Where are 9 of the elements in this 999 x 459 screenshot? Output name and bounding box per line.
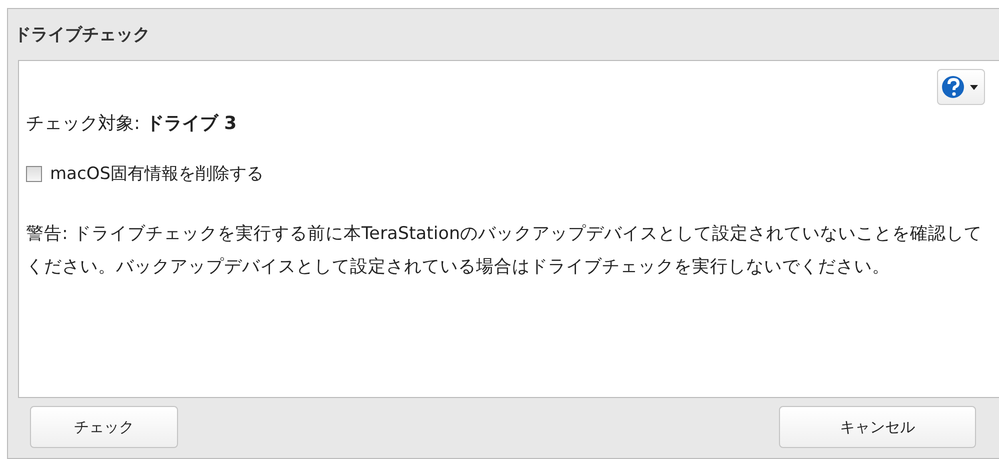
help-icon [941,75,981,99]
cancel-button[interactable]: キャンセル [779,406,976,448]
check-button[interactable]: チェック [30,406,178,448]
checkbox[interactable] [26,166,42,182]
checkbox-label: macOS固有情報を削除する [50,163,264,185]
help-button[interactable] [937,69,985,105]
target-drive-label: チェック対象: ドライブ 3 [26,112,238,135]
warning-text: 警告: ドライブチェックを実行する前に本TeraStationのバックアップデバイスとして設定されていないことを確認してください。バックアップデバイスとして設定されている場合はドライブチェックを実行しないでください。 [26,223,984,279]
dialog-title: ドライブチェック [14,24,150,46]
